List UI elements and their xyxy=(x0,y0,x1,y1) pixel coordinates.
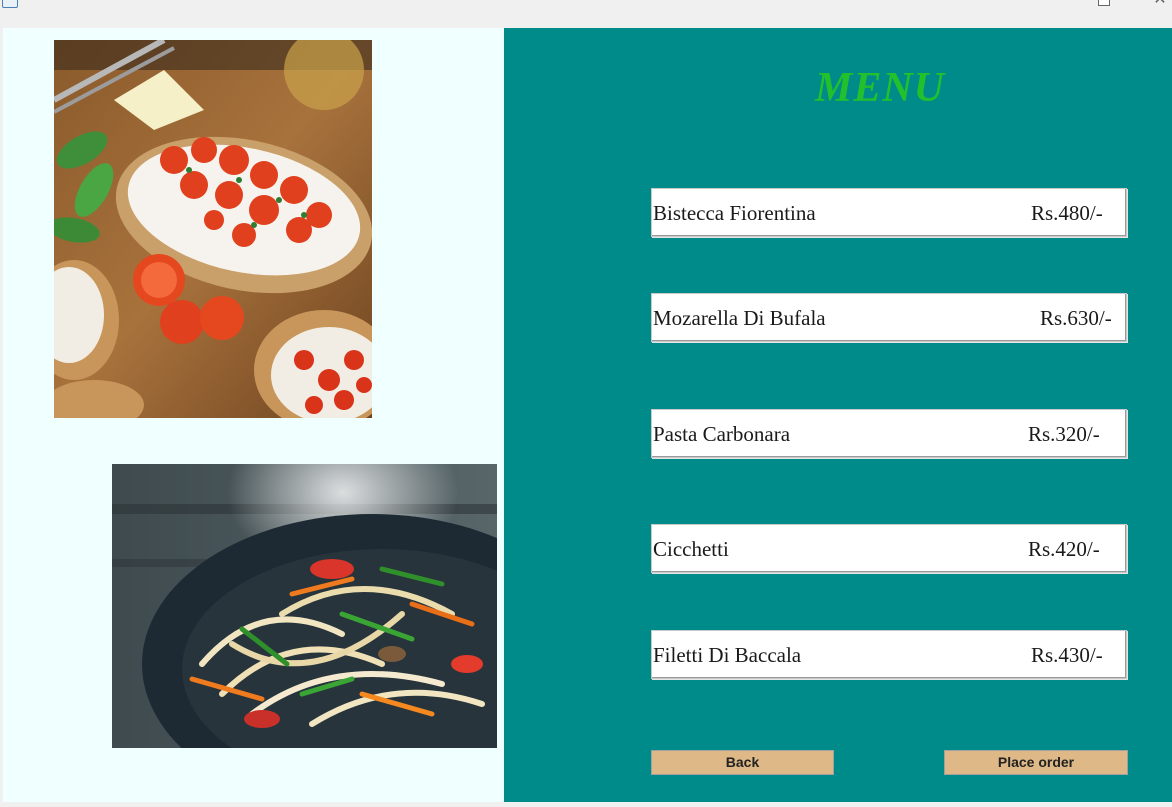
menu-item-name: Pasta Carbonara xyxy=(653,422,791,446)
menu-item-name: Bistecca Fiorentina xyxy=(653,201,816,225)
bruschetta-photo xyxy=(54,40,372,418)
menu-item-price: Rs.320/- xyxy=(1028,422,1100,446)
noodle-dish-photo xyxy=(112,464,497,748)
app-icon xyxy=(2,0,18,8)
menu-item-name: Mozarella Di Bufala xyxy=(653,306,826,330)
menu-item-cicchetti[interactable]: Cicchetti Rs.420/- xyxy=(651,524,1127,573)
menu-item-price: Rs.480/- xyxy=(1031,201,1103,225)
menu-item-filetti-di-baccala[interactable]: Filetti Di Baccala Rs.430/- xyxy=(651,630,1127,679)
maximize-button[interactable] xyxy=(1098,0,1110,6)
menu-item-bistecca-fiorentina[interactable]: Bistecca Fiorentina Rs.480/- xyxy=(651,188,1127,237)
close-button[interactable]: ✕ xyxy=(1152,0,1168,8)
menu-item-price: Rs.630/- xyxy=(1040,306,1112,330)
menu-item-price: Rs.420/- xyxy=(1028,537,1100,561)
menu-title: MENU xyxy=(814,65,946,111)
menu-item-name: Cicchetti xyxy=(653,537,729,561)
menu-item-name: Filetti Di Baccala xyxy=(653,643,802,667)
window-bottom-edge xyxy=(0,802,1172,807)
window-titlebar: ✕ xyxy=(0,0,1172,28)
place-order-button[interactable]: Place order xyxy=(944,750,1128,775)
back-button[interactable]: Back xyxy=(651,750,834,775)
menu-item-pasta-carbonara[interactable]: Pasta Carbonara Rs.320/- xyxy=(651,409,1127,458)
menu-item-price: Rs.430/- xyxy=(1031,643,1103,667)
menu-item-mozarella-di-bufala[interactable]: Mozarella Di Bufala Rs.630/- xyxy=(651,293,1127,342)
